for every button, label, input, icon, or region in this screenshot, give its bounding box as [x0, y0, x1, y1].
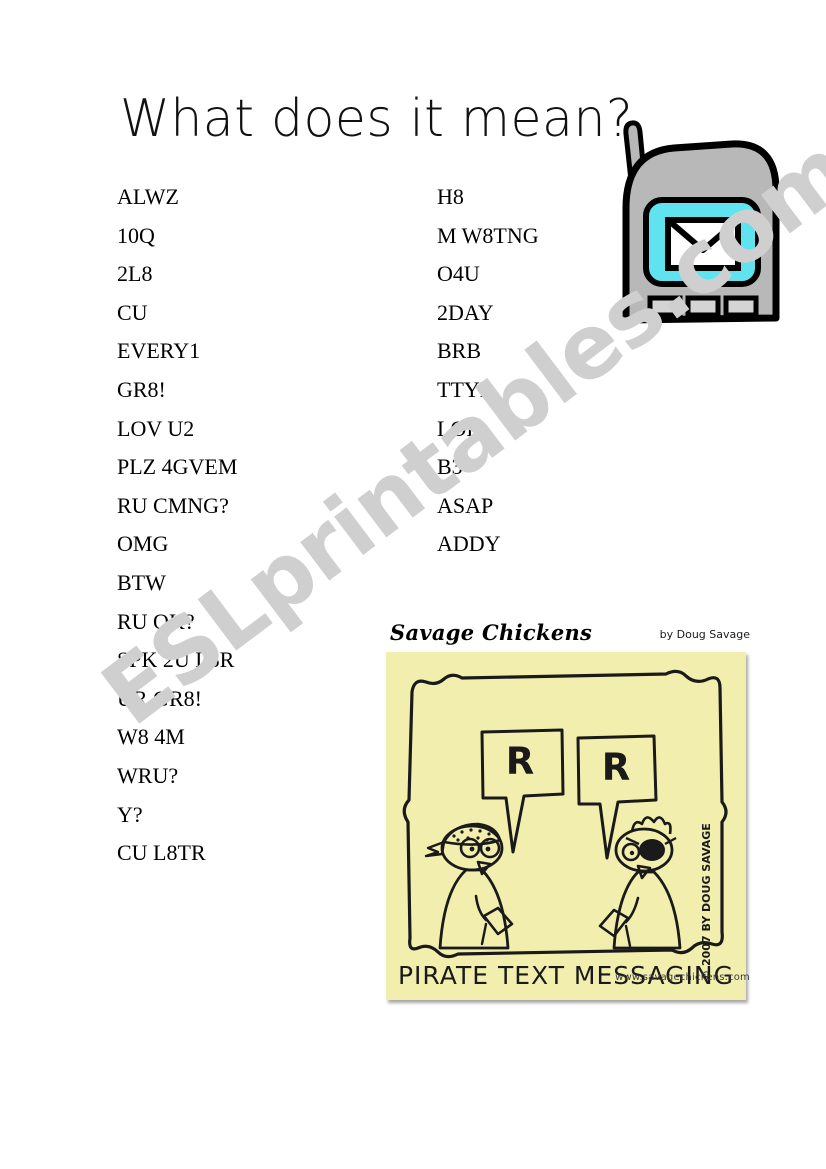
- abbreviation-item: 2L8: [117, 261, 153, 287]
- comic-copyright: © 2007 BY DOUG SAVAGE: [700, 823, 713, 981]
- abbreviation-item: BRB: [437, 338, 482, 364]
- comic-sticky-note: R R © 2007 BY DOUG SAVAGE PIRATE TEXT ME…: [386, 652, 746, 1000]
- abbreviation-item: WRU?: [117, 762, 179, 788]
- abbreviation-item: LOV U2: [117, 415, 195, 441]
- abbreviation-item: LOL: [437, 415, 480, 441]
- abbreviation-item: ALWZ: [117, 184, 179, 209]
- savage-chickens-comic: Savage Chickens by Doug Savage R R © 200…: [386, 620, 752, 1000]
- abbreviation-item: RU OK?: [117, 608, 195, 634]
- abbreviation-column-left: ALWZ 10Q 2L8 CU EVERY1 GR8! LOV U2 PLZ 4GVEM RU …: [117, 178, 237, 873]
- abbreviation-item: GR8!: [117, 376, 166, 402]
- abbreviation-item: 2DAY: [437, 299, 494, 325]
- abbreviation-item: TTYL: [437, 376, 494, 402]
- abbreviation-item: SPK 2U L8R: [117, 647, 235, 673]
- abbreviation-item: M W8TNG: [437, 222, 539, 248]
- abbreviation-item: O4U: [437, 261, 480, 287]
- abbreviation-item: RU CMNG?: [117, 492, 229, 518]
- svg-text:R: R: [506, 740, 535, 783]
- abbreviation-item: EVERY1: [117, 338, 201, 364]
- page-title: What does it mean?: [120, 89, 634, 149]
- abbreviation-item: ADDY: [437, 531, 501, 557]
- abbreviation-item: BTW: [117, 569, 166, 595]
- comic-website-url: www.savagechickens.com: [615, 972, 750, 983]
- abbreviation-item: OMG: [117, 531, 169, 557]
- abbreviation-item: ASAP: [437, 492, 494, 518]
- mobile-phone-illustration: [604, 112, 790, 350]
- svg-text:R: R: [602, 746, 631, 789]
- abbreviation-item: H8: [437, 184, 464, 209]
- abbreviation-item: CU: [117, 299, 148, 325]
- comic-author-credit: by Doug Savage: [659, 628, 750, 641]
- abbreviation-item: W8 4M: [117, 724, 185, 750]
- abbreviation-item: PLZ 4GVEM: [117, 454, 238, 480]
- abbreviation-item: B3: [437, 454, 463, 480]
- abbreviation-item: Y?: [117, 801, 143, 827]
- abbreviation-item: 10Q: [117, 222, 155, 248]
- abbreviation-item: CU L8TR: [117, 840, 206, 866]
- comic-header: Savage Chickens by Doug Savage: [386, 620, 752, 652]
- abbreviation-item: UR GR8!: [117, 685, 202, 711]
- abbreviation-column-right: H8 M W8TNG O4U 2DAY BRB TTYL LOL B3 ASAP ADDY: [437, 178, 539, 564]
- worksheet-page: ESLprintables.com What does it mean? ALW…: [0, 0, 826, 1169]
- comic-brand-title: Savage Chickens: [390, 620, 593, 645]
